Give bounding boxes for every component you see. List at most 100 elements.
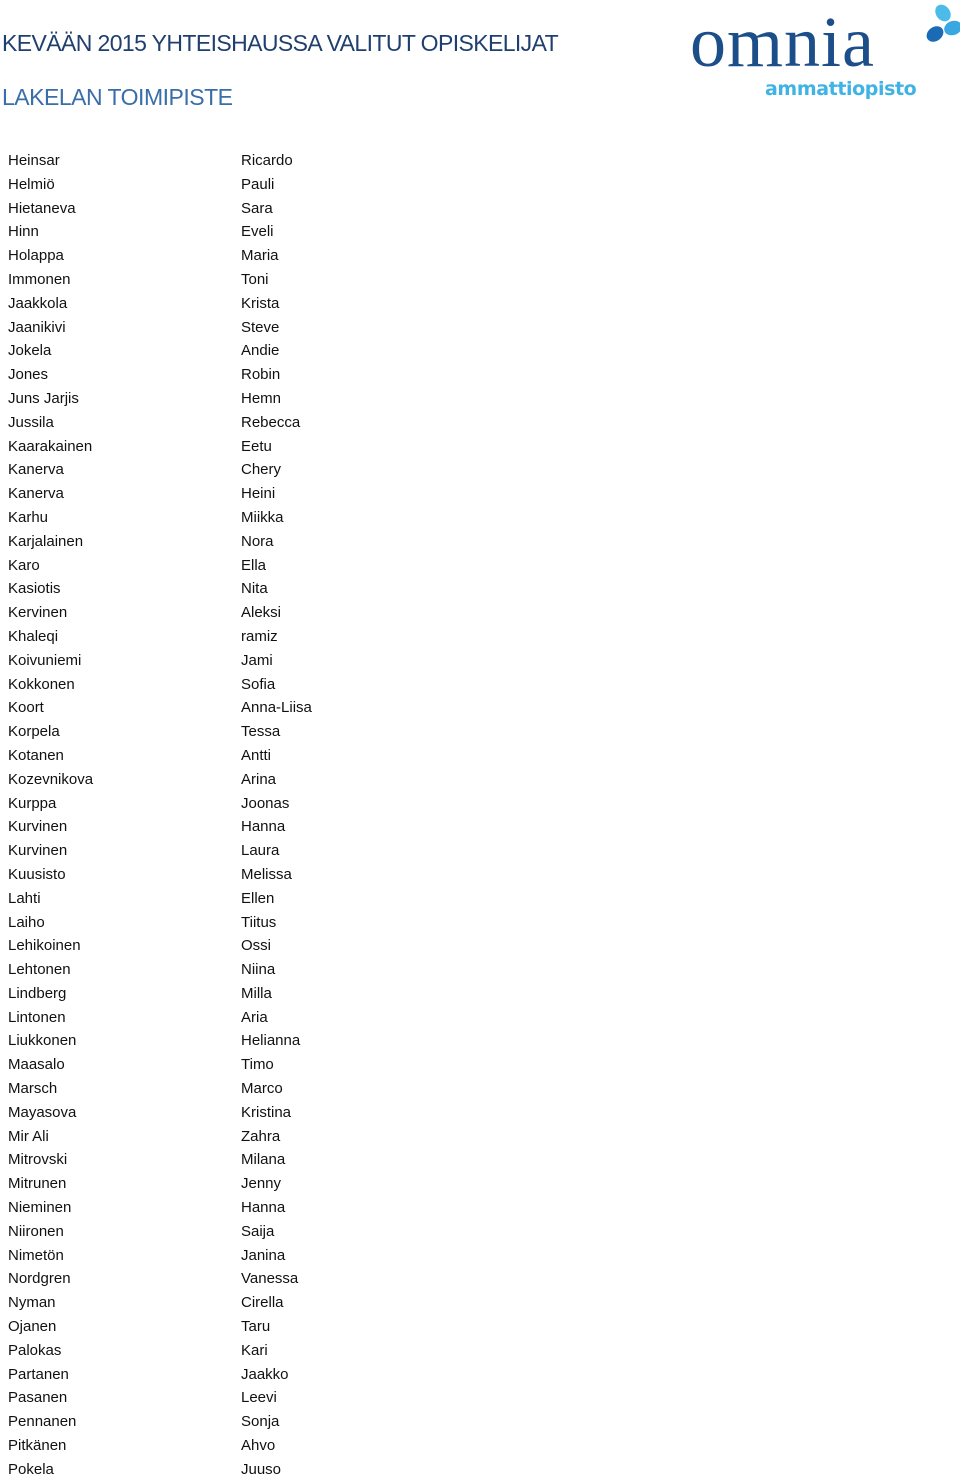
student-row: Kasiotis Nita [0,577,960,601]
student-last-name: Korpela [8,723,60,741]
student-row: Karjalainen Nora [0,530,960,554]
student-row: Kurvinen Laura [0,839,960,863]
student-last-name: Maasalo [8,1056,65,1074]
student-row: Helmiö Pauli [0,173,960,197]
student-last-name: Kasiotis [8,580,61,598]
student-first-name: Helianna [241,1032,301,1050]
student-last-name: Ojanen [8,1318,57,1336]
student-row: Koort Anna-Liisa [0,696,960,720]
student-row: Hinn Eveli [0,220,960,244]
student-last-name: Kaarakainen [8,437,93,455]
student-first-name: Tessa [241,723,281,741]
student-first-name: Sonja [241,1413,280,1431]
student-row: Marsch Marco [0,1077,960,1101]
student-first-name: Toni [241,270,269,288]
student-last-name: Kurppa [8,794,57,812]
student-first-name: Kari [241,1341,268,1359]
student-first-name: Miikka [241,508,284,526]
student-last-name: Juns Jarjis [8,389,79,407]
logo-tagline: ammattiopisto [765,78,917,100]
student-last-name: Kurvinen [8,818,68,836]
student-row: Kanerva Chery [0,458,960,482]
student-row: Partanen Jaakko [0,1363,960,1387]
student-row: Kotanen Antti [0,744,960,768]
student-row: Jones Robin [0,363,960,387]
campus-subtitle: LAKELAN TOIMIPISTE [2,84,233,110]
student-last-name: Hinn [8,223,39,241]
student-row: Lehtonen Niina [0,958,960,982]
student-first-name: Antti [241,746,272,764]
student-last-name: Kozevnikova [8,770,94,788]
student-first-name: Chery [241,461,282,479]
student-row: Khaleqi ramiz [0,625,960,649]
student-row: Kervinen Aleksi [0,601,960,625]
student-row: Laiho Tiitus [0,911,960,935]
student-row: Kuusisto Melissa [0,863,960,887]
student-first-name: Juuso [241,1460,282,1478]
student-row: Nordgren Vanessa [0,1267,960,1291]
student-last-name: Mitrunen [8,1175,67,1193]
student-last-name: Kervinen [8,604,68,622]
student-row: Koivuniemi Jami [0,649,960,673]
student-last-name: Nyman [8,1294,56,1312]
student-first-name: Janina [241,1246,286,1264]
page-title: KEVÄÄN 2015 YHTEISHAUSSA VALITUT OPISKEL… [2,30,559,56]
student-first-name: Zahra [241,1127,281,1145]
student-first-name: Taru [241,1318,271,1336]
student-first-name: Niina [241,961,276,979]
student-last-name: Jokela [8,342,52,360]
student-row: Jokela Andie [0,339,960,363]
student-row: Maasalo Timo [0,1053,960,1077]
student-first-name: Milla [241,984,272,1002]
student-first-name: Rebecca [241,413,301,431]
student-last-name: Lindberg [8,984,67,1002]
student-last-name: Jussila [8,413,54,431]
student-last-name: Kanerva [8,485,64,503]
student-row: Kaarakainen Eetu [0,435,960,459]
student-last-name: Pokela [8,1460,54,1478]
student-last-name: Nimetön [8,1246,64,1264]
student-last-name: Niironen [8,1222,64,1240]
student-first-name: Ellen [241,889,275,907]
student-last-name: Lintonen [8,1008,66,1026]
student-last-name: Jaakkola [8,294,68,312]
student-last-name: Nordgren [8,1270,71,1288]
student-last-name: Kuusisto [8,865,66,883]
student-row: Lahti Ellen [0,887,960,911]
student-first-name: Laura [241,842,280,860]
student-row: Korpela Tessa [0,720,960,744]
student-last-name: Lehikoinen [8,937,81,955]
student-row: Kurvinen Hanna [0,815,960,839]
student-first-name: Anna-Liisa [241,699,312,717]
student-last-name: Jaanikivi [8,318,66,336]
student-last-name: Kurvinen [8,842,68,860]
student-row: Palokas Kari [0,1339,960,1363]
student-row: Karhu Miikka [0,506,960,530]
student-first-name: Krista [241,294,280,312]
student-row: Juns Jarjis Hemn [0,387,960,411]
student-first-name: Marco [241,1080,283,1098]
student-first-name: Hanna [241,1199,286,1217]
student-last-name: Koivuniemi [8,651,82,669]
student-last-name: Holappa [8,247,64,265]
student-last-name: Mayasova [8,1103,77,1121]
student-row: Nieminen Hanna [0,1196,960,1220]
student-row: Ojanen Taru [0,1315,960,1339]
student-last-name: Mitrovski [8,1151,68,1169]
student-last-name: Heinsar [8,152,60,169]
student-first-name: Maria [241,247,279,265]
student-row: Kozevnikova Arina [0,768,960,792]
student-last-name: Laiho [8,913,45,931]
student-first-name: Kristina [241,1103,292,1121]
student-row: Mitrunen Jenny [0,1172,960,1196]
student-first-name: Ricardo [241,152,293,169]
student-first-name: Steve [241,318,280,336]
student-row: Pitkänen Ahvo [0,1434,960,1458]
student-row: Lehikoinen Ossi [0,934,960,958]
student-first-name: Hemn [241,389,282,407]
student-first-name: Melissa [241,865,292,883]
student-last-name: Liukkonen [8,1032,77,1050]
student-last-name: Pennanen [8,1413,77,1431]
student-first-name: Ahvo [241,1437,276,1455]
student-first-name: Pauli [241,175,275,193]
